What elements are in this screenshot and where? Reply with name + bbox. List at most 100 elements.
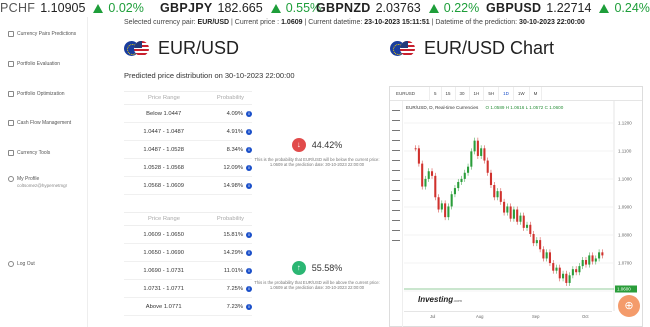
candle-body [447,206,450,218]
pair-value: EUR/USD [197,19,230,26]
sidebar-item-portfolio-optimization[interactable]: Portfolio Optimization [8,90,65,97]
info-icon[interactable]: i [246,249,252,256]
pattern-tool-icon[interactable] [392,160,400,161]
arrow-tool-icon[interactable] [392,180,400,181]
logo-text: Investing [418,295,454,304]
interval-button[interactable]: 1W [514,86,530,101]
magnet-tool-icon[interactable] [392,210,400,211]
interval-button[interactable]: 5H [484,86,500,101]
pitchfork-tool-icon[interactable] [392,130,400,131]
candle-body [434,175,437,198]
price-range: 1.0650 - 1.0690 [143,249,184,256]
brush-tool-icon[interactable] [392,140,400,141]
col-probability: Probability [216,95,244,101]
table-header: Price Range Probability [124,212,252,226]
arrow-down-icon: ↓ [291,138,306,152]
text-tool-icon[interactable] [392,150,400,151]
table-row: Above 1.0771 7.23% i [124,298,252,316]
sidebar-item-logout[interactable]: Log Out [8,260,35,267]
last-price-label: 1.0600 [617,287,631,292]
table-row: Below 1.0447 4.09% i [124,105,252,123]
sidebar-item-profile[interactable]: My Profile coltsomez@hypernetmgr [8,175,67,188]
probability-value: 8.34% [226,146,244,153]
price-range: 1.0690 - 1.0731 [143,267,184,274]
lock-tool-icon[interactable] [392,220,400,221]
info-icon[interactable]: i [246,146,252,153]
price-tick-label: 1.1100 [618,149,632,154]
ruler-tool-icon[interactable] [392,190,400,191]
candle-body [440,203,443,210]
interval-button[interactable]: 1H [470,86,485,101]
col-probability: Probability [216,216,244,222]
table-row: 1.0731 - 1.0771 7.25% i [124,280,252,298]
symbol-selector[interactable]: EURUSD [390,86,430,101]
sidebar-item-portfolio-evaluation[interactable]: Portfolio Evaluation [8,60,60,67]
ticker-item[interactable]: GBPUSD 1.22714 0.24% [486,1,650,15]
trash-tool-icon[interactable] [392,240,400,241]
investing-logo: Investing.com [418,295,462,304]
ticker-item[interactable]: GBPNZD 2.03763 0.22% [316,1,479,15]
info-icon[interactable]: i [246,128,252,135]
below-probability: 44.42% [311,140,343,150]
ticker-change: 0.02% [108,1,144,15]
legend-title: EUR/USD, D, Real-time Currencies [406,105,479,110]
sidebar-item-currency-tools[interactable]: Currency Tools [8,149,50,156]
prediction-label: | Datetime of the prediction: [431,19,518,26]
ticker-item[interactable]: PCHF 1.10905 0.02% [0,1,144,15]
prediction-tool-icon[interactable] [392,170,400,171]
crosshair-tool-icon[interactable] [392,110,400,111]
info-icon[interactable]: i [246,110,252,117]
trendline-tool-icon[interactable] [392,120,400,121]
sidebar-item-cash-flow[interactable]: Cash Flow Management [8,119,71,126]
info-icon[interactable]: i [246,231,252,238]
pair-title-text: EUR/USD [158,38,240,58]
zoom-tool-icon[interactable] [392,200,400,201]
interval-button[interactable]: 30 [456,86,470,101]
interval-button[interactable]: 5 [430,86,442,101]
interval-button[interactable]: M [530,86,543,101]
info-icon[interactable]: i [246,285,252,292]
candle-body [503,201,506,213]
eye-tool-icon[interactable] [392,230,400,231]
tradingview-chart[interactable]: EURUSD 5 15 30 1H 5H 1D 1W M 1.1200 1.1100 1.1000… [389,86,643,327]
col-range: Price Range [148,216,180,222]
candle-body [581,259,584,267]
candle-body [568,275,571,283]
price-tick-label: 1.0700 [618,261,632,266]
candle-body [470,151,473,167]
candle-body [437,197,440,210]
info-icon[interactable]: i [246,303,252,310]
interval-button[interactable]: 1D [499,86,514,101]
candle-body [575,269,578,273]
info-icon[interactable]: i [246,267,252,274]
candle-body [414,148,417,150]
price-range: 1.0609 - 1.0650 [143,231,184,238]
candle-body [584,259,588,265]
ticker-symbol: GBPJPY [160,1,213,15]
zoom-button[interactable]: ⊕ [618,295,640,317]
info-icon[interactable]: i [246,182,252,189]
datetime-value: 23-10-2023 15:11:51 [364,19,430,26]
pair-title: EUR/USD [124,38,239,59]
tools-icon [8,149,14,156]
up-arrow-icon [428,3,439,13]
below-summary-text: This is the probability that EUR/USD wil… [254,157,380,168]
candlestick-chart[interactable]: 1.1200 1.1100 1.1000 1.0900 1.0800 1.0700 1.06… [404,101,642,311]
candle-body [519,215,522,222]
candle-body [555,267,558,271]
sidebar-item-predictions[interactable]: Currency Pairs Predictions [8,30,77,37]
ticker-item[interactable]: GBPJPY 182.665 0.55% [160,1,321,15]
info-icon[interactable]: i [246,164,252,171]
price-range: Above 1.0771 [145,303,182,310]
candle-body [496,191,499,198]
profile-label: My Profile [17,176,40,182]
price-value: 1.0609 [281,19,303,26]
candle-body [509,206,512,219]
sidebar: Currency Pairs Predictions Portfolio Eva… [0,17,88,327]
chart-icon [8,30,14,37]
candle-body [493,185,496,198]
candle-body [421,163,424,187]
sidebar-item-label: Currency Pairs Predictions [17,31,77,37]
interval-button[interactable]: 15 [442,86,456,101]
chart-title: EUR/USD Chart [390,38,554,59]
